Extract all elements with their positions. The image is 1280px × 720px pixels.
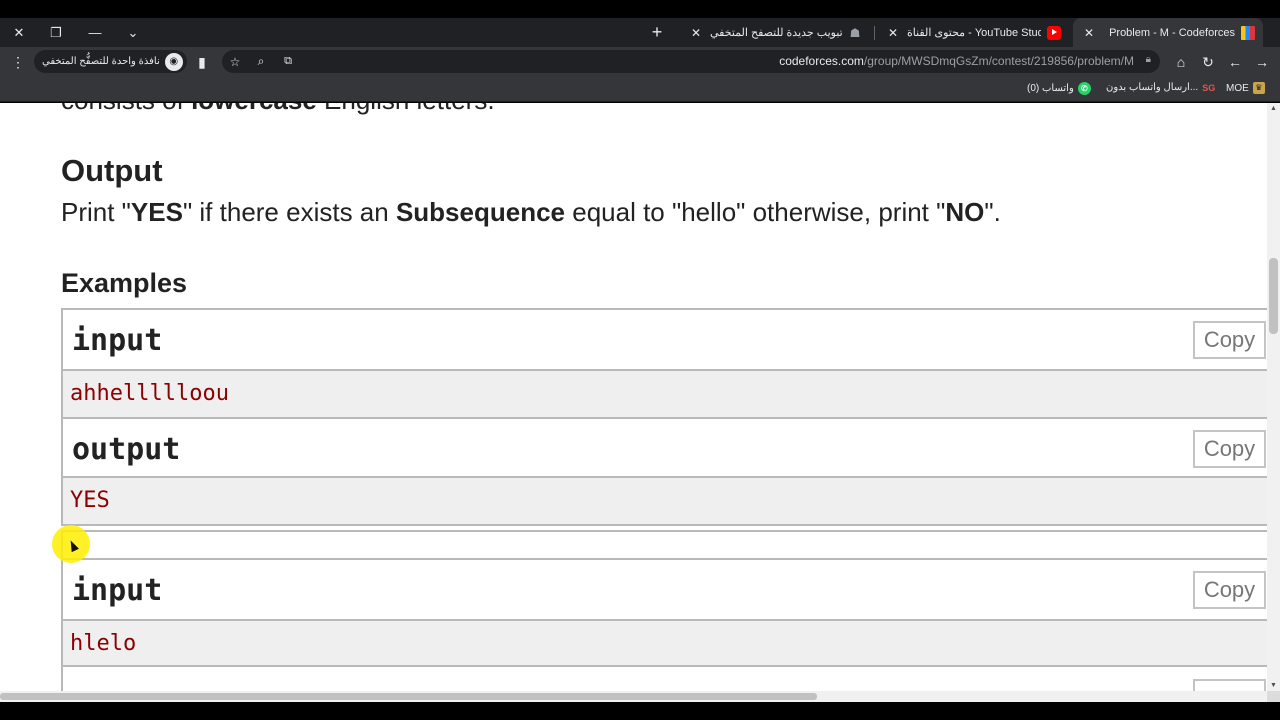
scroll-up-arrow-icon[interactable]: ▲: [1269, 105, 1278, 112]
forward-button[interactable]: ←: [1224, 51, 1246, 73]
horizontal-scrollbar[interactable]: [0, 691, 1267, 702]
bookmark-label: MOE: [1226, 82, 1249, 94]
sample-input-header: input Copy: [63, 560, 1267, 621]
incognito-icon: ◉: [164, 52, 183, 71]
tab-close-icon[interactable]: ✕: [688, 26, 704, 40]
browser-toolbar: ⋮ نافذة واحدة للتصفُّح المتخفي ◉ ▮ ☆ ⌕ ⧉…: [0, 47, 1280, 76]
arrow-right-icon: →: [1255, 54, 1269, 70]
sample-gap: [61, 530, 1267, 560]
tab-youtube-studio[interactable]: ✕ محتوى القناة - YouTube Studio: [877, 18, 1069, 47]
tab-close-icon[interactable]: ✕: [885, 26, 901, 40]
sample-output-header: [63, 667, 1267, 691]
sample-input-title: input: [72, 323, 163, 358]
tab-title: محتوى القناة - YouTube Studio: [907, 27, 1041, 39]
tab-strip: ✕ ❐ — ⌄ + ✕ علامة تبويب جديدة للتصفح الم…: [0, 18, 1280, 47]
lock-icon[interactable]: 🔒︎: [1146, 54, 1151, 65]
output-section-title: Output: [61, 153, 163, 188]
input-spec-tail: consists of lowercase English letters.: [61, 103, 495, 116]
sample-separator: [61, 530, 1267, 560]
sample-input-text: hlelo: [63, 621, 1267, 667]
restore-icon: ❐: [50, 24, 62, 40]
bookmarks-bar: واتساب (0) ✆ ارسال واتساب بدون... SG MOE…: [0, 76, 1280, 102]
close-window-button[interactable]: ✕: [5, 18, 33, 47]
whatsapp-icon: ✆: [1077, 82, 1091, 95]
home-button[interactable]: ⌂: [1170, 51, 1192, 73]
restore-window-button[interactable]: ❐: [42, 18, 70, 47]
side-panel-icon: ▮: [198, 53, 206, 70]
minimize-window-button[interactable]: —: [81, 18, 109, 47]
close-icon: ✕: [13, 24, 25, 40]
incognito-favicon-icon: ☗: [849, 25, 861, 40]
menu-button[interactable]: ⋮: [7, 51, 29, 73]
bookmark-label: ارسال واتساب بدون...: [1106, 82, 1199, 93]
incognito-indicator[interactable]: نافذة واحدة للتصفُّح المتخفي ◉: [34, 50, 187, 73]
back-button[interactable]: →: [1251, 51, 1273, 73]
copy-output-button[interactable]: Copy: [1193, 430, 1266, 468]
sg-icon: SG: [1202, 82, 1216, 93]
sample-output-title: output: [72, 432, 181, 467]
sample-input-title: input: [72, 573, 163, 608]
sample-output-text: YES: [63, 478, 1267, 524]
sample-output-header: output Copy: [63, 417, 1267, 478]
tab-title: Problem - M - Codeforces: [1109, 26, 1235, 39]
tab-search-button[interactable]: ⌄: [119, 18, 147, 47]
codeforces-favicon-icon: [1241, 25, 1255, 40]
tab-codeforces-problem[interactable]: ✕ Problem - M - Codeforces: [1073, 18, 1263, 47]
vertical-scrollbar[interactable]: ▲ ▼: [1267, 103, 1280, 691]
translate-icon[interactable]: ⧉: [278, 50, 298, 73]
sample-input-header: input Copy: [63, 310, 1267, 371]
plus-icon: +: [651, 22, 663, 42]
new-tab-button[interactable]: +: [643, 18, 671, 47]
bookmark-whatsapp[interactable]: واتساب (0) ✆: [1027, 82, 1091, 95]
bookmark-moe[interactable]: MOE ♛: [1226, 82, 1265, 94]
copy-output-button[interactable]: [1193, 679, 1266, 691]
youtube-favicon-icon: [1047, 25, 1061, 40]
tab-close-icon[interactable]: ✕: [1081, 26, 1097, 40]
copy-input-button[interactable]: Copy: [1193, 571, 1266, 609]
examples-section-title: Examples: [61, 268, 188, 298]
scroll-down-arrow-icon[interactable]: ▼: [1269, 682, 1278, 689]
tab-title: علامة تبويب جديدة للتصفح المتخفي: [710, 27, 842, 39]
sample-input-text: ahhellllloou: [63, 371, 1267, 417]
url-text: codeforces.com/group/MWSDmqGsZm/contest/…: [779, 54, 1134, 68]
bookmark-star-icon[interactable]: ☆: [225, 50, 245, 73]
side-panel-button[interactable]: ▮: [191, 51, 213, 73]
incognito-label: نافذة واحدة للتصفُّح المتخفي: [42, 56, 160, 67]
bookmark-send-whatsapp[interactable]: ارسال واتساب بدون... SG: [1106, 82, 1215, 93]
copy-input-button[interactable]: Copy: [1193, 321, 1266, 359]
output-spec: Print "YES" if there exists an Subsequen…: [61, 197, 1001, 227]
chevron-down-icon: ⌄: [127, 24, 139, 40]
tab-incognito-new[interactable]: ✕ علامة تبويب جديدة للتصفح المتخفي ☗: [680, 18, 870, 47]
page-viewport: consists of lowercase English letters. O…: [0, 103, 1267, 691]
scrollbar-corner: [1267, 691, 1280, 702]
sample-test-2: input Copy hlelo: [61, 560, 1267, 691]
horizontal-scroll-thumb[interactable]: [0, 693, 817, 700]
tab-divider: [874, 26, 875, 40]
reload-button[interactable]: ↻: [1197, 51, 1219, 73]
kebab-menu-icon: ⋮: [11, 53, 25, 70]
zoom-icon[interactable]: ⌕: [251, 50, 271, 73]
reload-icon: ↻: [1202, 53, 1214, 70]
home-icon: ⌂: [1176, 54, 1186, 70]
vertical-scroll-thumb[interactable]: [1269, 258, 1278, 334]
address-bar[interactable]: ☆ ⌕ ⧉ codeforces.com/group/MWSDmqGsZm/co…: [222, 50, 1160, 73]
bookmark-label: واتساب (0): [1027, 83, 1074, 94]
sample-test-1: input Copy ahhellllloou output Copy YES: [61, 308, 1267, 526]
moe-icon: ♛: [1252, 82, 1265, 94]
minimize-icon: —: [88, 25, 102, 40]
arrow-left-icon: ←: [1228, 54, 1242, 70]
